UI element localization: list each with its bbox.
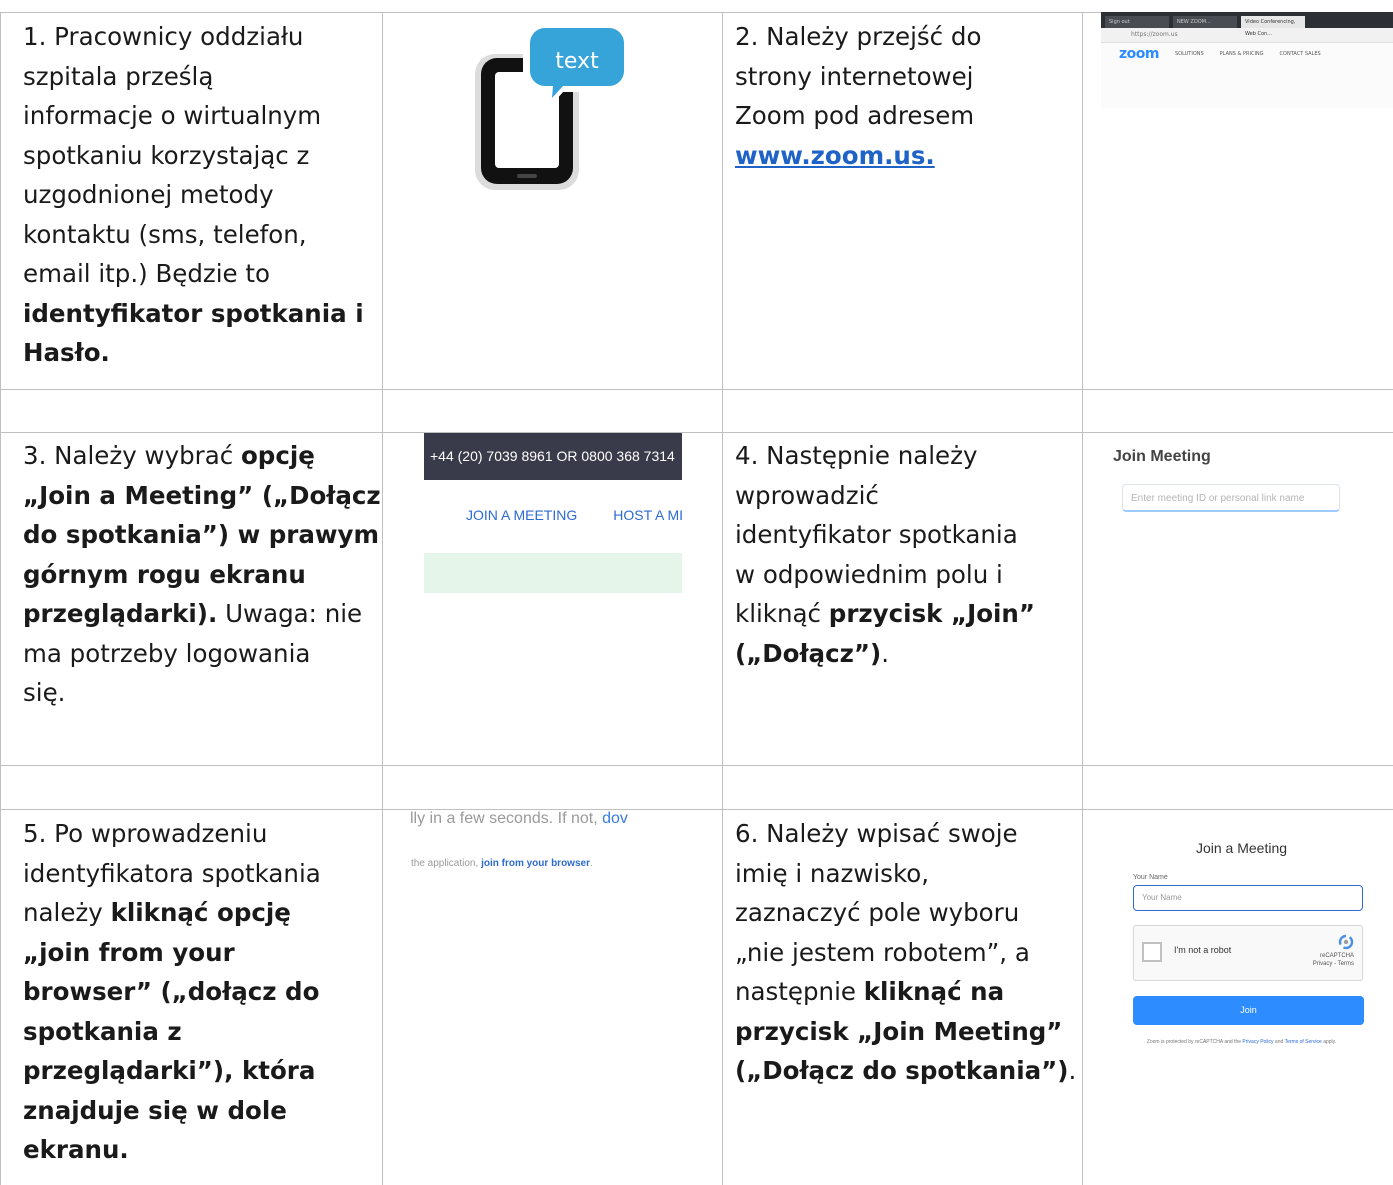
- bold-text: kliknąć opcję „join from your browser” (…: [23, 898, 320, 1164]
- browser-tab: NEW ZOOM...: [1173, 16, 1237, 28]
- phone-number-bar: +44 (20) 7039 8961 OR 0800 368 7314: [424, 433, 682, 480]
- recaptcha-footer: Zoom is protected by reCAPTCHA and the P…: [1090, 1039, 1393, 1045]
- step-5-text: 5. Po wprowadzeniu identyfikatora spotka…: [23, 814, 321, 1170]
- privacy-policy-link: Privacy Policy: [1242, 1039, 1274, 1045]
- step-1-text: 1. Pracownicy oddziału szpitala prześlą …: [23, 17, 364, 373]
- browser-tab-active: Video Conferencing, Web Con...: [1241, 16, 1305, 37]
- join-from-browser-link: join from your browser: [481, 858, 590, 869]
- bold-text: identyfikator spotkania i Hasło.: [23, 298, 364, 368]
- browser-line-text: the application,: [411, 858, 482, 869]
- footer-and: and: [1273, 1039, 1285, 1045]
- browser-line: the application, join from your browser.: [411, 858, 710, 869]
- recaptcha-badge: reCAPTCHA Privacy - Terms: [1313, 934, 1354, 968]
- join-a-meeting-link: JOIN A MEETING: [466, 507, 578, 523]
- join-meeting-title: Join Meeting: [1113, 448, 1211, 465]
- footer-text: Zoom is protected by reCAPTCHA and the: [1146, 1039, 1243, 1045]
- table-border-col2: [722, 12, 723, 1185]
- plain-text: .: [1068, 1056, 1077, 1085]
- step-4-text: 4. Następnie należy wprowadzić identyfik…: [735, 436, 1035, 673]
- table-border-col3: [1082, 12, 1083, 1185]
- footer-suffix: apply.: [1321, 1039, 1337, 1045]
- table-border-row1-bottom: [0, 389, 1393, 390]
- join-from-browser-screenshot: lly in a few seconds. If not, dov the ap…: [410, 810, 710, 890]
- browser-line-suffix: .: [589, 858, 593, 869]
- table-border-left: [0, 12, 1, 1185]
- meeting-id-input: Enter meeting ID or personal link name: [1122, 484, 1340, 512]
- banner-green-strip: [424, 553, 682, 593]
- your-name-input: Your Name: [1133, 885, 1363, 911]
- robot-checkbox: [1142, 942, 1162, 962]
- phone-bubble-text: text: [555, 49, 599, 74]
- join-button: Join: [1133, 996, 1364, 1025]
- download-line: lly in a few seconds. If not, dov: [410, 810, 710, 828]
- plain-text: 3. Należy wybrać: [23, 441, 241, 470]
- phone-text-icon: text: [471, 14, 635, 192]
- join-a-meeting-form-screenshot: Join a Meeting Your Name Your Name I'm n…: [1090, 830, 1393, 1075]
- browser-tab: Sign out: [1105, 16, 1169, 28]
- recaptcha-links: Privacy - Terms: [1312, 961, 1354, 967]
- recaptcha-text: reCAPTCHA: [1319, 953, 1354, 959]
- banner-links: JOIN A MEETING HOST A MI: [424, 480, 682, 550]
- step-3-text: 3. Należy wybrać opcję „Join a Meeting” …: [23, 436, 381, 713]
- join-meeting-banner-screenshot: +44 (20) 7039 8961 OR 0800 368 7314 JOIN…: [424, 433, 682, 593]
- zoom-logo: zoom: [1119, 46, 1159, 62]
- table-border-row2-bottom: [0, 765, 1393, 766]
- join-form-title: Join a Meeting: [1195, 840, 1288, 856]
- host-a-meeting-link: HOST A MI: [613, 507, 682, 523]
- terms-link: Terms of Service: [1284, 1039, 1322, 1045]
- plain-text: .: [881, 638, 889, 668]
- zoom-website-screenshot: Sign out NEW ZOOM... Video Conferencing,…: [1101, 12, 1393, 108]
- step-2-text: 2. Należy przejść do strony internetowej…: [735, 17, 981, 175]
- plain-text: 2. Należy przejść do strony internetowej…: [735, 22, 982, 130]
- download-line-text: lly in a few seconds. If not,: [410, 810, 603, 827]
- download-link: dov: [602, 810, 628, 827]
- step-6-text: 6. Należy wpisać swoje imię i nazwisko, …: [735, 814, 1076, 1091]
- browser-tabs: Sign out NEW ZOOM... Video Conferencing,…: [1101, 12, 1393, 37]
- zoom-site-nav: zoom SOLUTIONS PLANS & PRICING CONTACT S…: [1101, 43, 1393, 65]
- zoom-nav-item: CONTACT SALES: [1279, 51, 1321, 57]
- your-name-label: Your Name: [1133, 874, 1168, 881]
- zoom-nav-item: SOLUTIONS: [1174, 51, 1204, 57]
- table-border-spacer1-bottom: [0, 432, 1393, 433]
- join-meeting-input-screenshot: Join Meeting Enter meeting ID or persona…: [1110, 440, 1355, 530]
- plain-text: 1. Pracownicy oddziału szpitala prześlą …: [23, 22, 322, 288]
- zoom-nav-item: PLANS & PRICING: [1219, 51, 1264, 57]
- robot-label: I'm not a robot: [1174, 945, 1232, 955]
- zoom-url-link[interactable]: www.zoom.us.: [735, 141, 935, 170]
- table-border-col1: [382, 12, 383, 1185]
- recaptcha-icon: [1338, 934, 1354, 950]
- phone-number-text: +44 (20) 7039 8961 OR 0800 368 7314: [430, 448, 675, 464]
- recaptcha-box: I'm not a robot reCAPTCHA Privacy - Term…: [1133, 925, 1363, 981]
